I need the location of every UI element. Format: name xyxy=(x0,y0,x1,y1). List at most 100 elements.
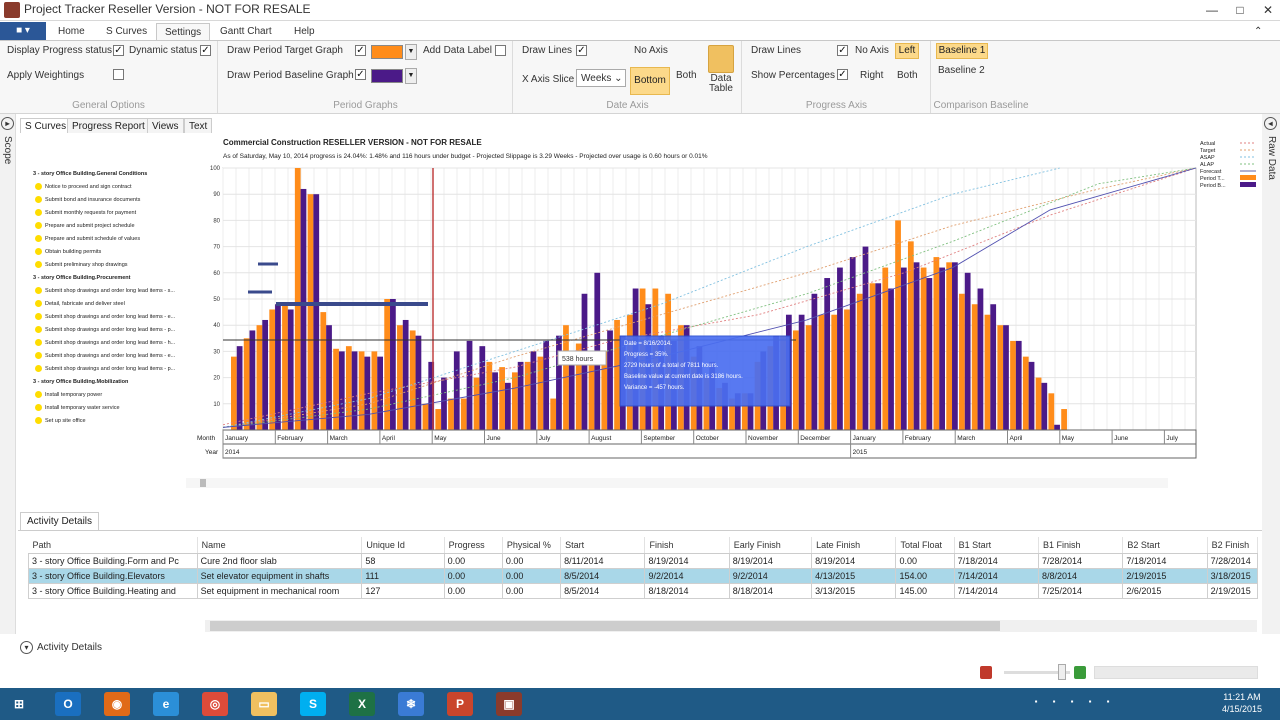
tab-help[interactable]: Help xyxy=(286,23,323,41)
tab-s-curves-view[interactable]: S Curves xyxy=(20,118,72,134)
snowflake-app-icon[interactable]: ❄ xyxy=(398,692,424,716)
tree-task-item[interactable]: Submit shop drawings and order long lead… xyxy=(21,311,211,324)
add-data-label-checkbox[interactable] xyxy=(495,45,506,56)
baseline-2-option[interactable]: Baseline 2 xyxy=(938,65,985,76)
draw-target-checkbox[interactable]: ✓ xyxy=(355,45,366,56)
powerpoint-icon[interactable]: P xyxy=(447,692,473,716)
excel-icon[interactable]: X xyxy=(349,692,375,716)
maximize-button[interactable]: □ xyxy=(1226,0,1254,20)
bluetooth-icon[interactable]: ▪ xyxy=(1048,697,1060,709)
data-table-button[interactable]: Data Table xyxy=(706,74,736,94)
progress-no-axis-option[interactable]: No Axis xyxy=(855,45,889,56)
column-header[interactable]: Progress xyxy=(444,537,503,554)
scope-panel[interactable]: ▸ Scope xyxy=(0,114,16,634)
display-progress-status-checkbox[interactable]: ✓ xyxy=(113,45,124,56)
draw-baseline-checkbox[interactable]: ✓ xyxy=(355,69,366,80)
outlook-icon[interactable]: O xyxy=(55,692,81,716)
zoom-in-button[interactable] xyxy=(1074,666,1086,679)
chrome-icon[interactable]: ◎ xyxy=(202,692,228,716)
tab-settings[interactable]: Settings xyxy=(156,23,211,41)
tree-task-item[interactable]: Submit monthly requests for payment xyxy=(21,207,211,220)
date-draw-lines-checkbox[interactable]: ✓ xyxy=(576,45,587,56)
zoom-out-button[interactable] xyxy=(980,666,992,679)
tree-task-item[interactable]: Set up site office xyxy=(21,415,211,428)
scope-expand-icon[interactable]: ▸ xyxy=(1,117,14,130)
minimize-button[interactable]: — xyxy=(1198,0,1226,20)
column-header[interactable]: Finish xyxy=(644,537,730,554)
tree-task-item[interactable]: Install temporary power xyxy=(21,389,211,402)
tab-home[interactable]: Home xyxy=(50,23,93,41)
tab-text[interactable]: Text xyxy=(184,118,213,134)
table-row[interactable]: 3 - story Office Building.Form and Pc Cur… xyxy=(28,552,1259,569)
dynamic-status-checkbox[interactable]: ✓ xyxy=(200,45,211,56)
column-header[interactable]: B2 Finish xyxy=(1207,537,1259,554)
s-curve-chart[interactable]: Commercial Construction RESELLER VERSION… xyxy=(196,136,1262,496)
zoom-slider-thumb[interactable] xyxy=(1058,664,1066,680)
internet-explorer-icon[interactable]: e xyxy=(153,692,179,716)
taskbar-clock[interactable]: 11:21 AM 4/15/2015 xyxy=(1222,691,1262,715)
tree-task-item[interactable]: Submit bond and insurance documents xyxy=(21,194,211,207)
date-no-axis-option[interactable]: No Axis xyxy=(634,45,668,56)
close-button[interactable]: ✕ xyxy=(1254,0,1280,20)
baseline-color-swatch[interactable] xyxy=(371,69,403,83)
chart-horizontal-scrollbar[interactable] xyxy=(186,478,1168,488)
column-header[interactable]: Name xyxy=(197,537,363,554)
project-tracker-icon[interactable]: ▣ xyxy=(496,692,522,716)
target-color-swatch[interactable] xyxy=(371,45,403,59)
tab-progress-report[interactable]: Progress Report xyxy=(67,118,150,134)
column-header[interactable]: Total Float xyxy=(895,537,955,554)
tree-task-item[interactable]: Prepare and submit schedule of values xyxy=(21,233,211,246)
firefox-icon[interactable]: ◉ xyxy=(104,692,130,716)
tree-group-header[interactable]: 3 - story Office Building.General Condit… xyxy=(21,168,211,181)
tree-task-item[interactable]: Submit shop drawings and order long lead… xyxy=(21,285,211,298)
ribbon-collapse-icon[interactable]: ⌃ xyxy=(1254,23,1262,41)
skype-icon[interactable]: S xyxy=(300,692,326,716)
column-header[interactable]: Path xyxy=(28,537,198,554)
show-percentages-checkbox[interactable]: ✓ xyxy=(837,69,848,80)
target-color-dropdown[interactable]: ▼ xyxy=(405,44,417,60)
activity-details-footer[interactable]: ▾ Activity Details xyxy=(20,641,102,654)
network-icon[interactable]: ▪ xyxy=(1030,697,1042,709)
activity-horizontal-scrollbar[interactable] xyxy=(205,620,1257,632)
tree-task-item[interactable]: Submit shop drawings and order long lead… xyxy=(21,350,211,363)
volume-icon[interactable]: ▪ xyxy=(1084,697,1096,709)
raw-data-panel[interactable]: ◂ Raw Data xyxy=(1262,114,1280,634)
progress-both-option[interactable]: Both xyxy=(897,70,918,81)
windows-start-icon[interactable]: ⊞ xyxy=(6,692,32,716)
tab-s-curves[interactable]: S Curves xyxy=(98,23,155,41)
file-menu-button[interactable]: ■ ▾ xyxy=(0,22,46,40)
column-header[interactable]: Late Finish xyxy=(811,537,897,554)
tab-gantt-chart[interactable]: Gantt Chart xyxy=(212,23,280,41)
column-header[interactable]: Start xyxy=(560,537,646,554)
raw-data-expand-icon[interactable]: ◂ xyxy=(1264,117,1277,130)
progress-draw-lines-checkbox[interactable]: ✓ xyxy=(837,45,848,56)
data-table-icon[interactable] xyxy=(708,45,734,73)
tree-task-item[interactable]: Submit shop drawings and order long lead… xyxy=(21,324,211,337)
tree-task-item[interactable]: Submit shop drawings and order long lead… xyxy=(21,337,211,350)
tree-group-header[interactable]: 3 - story Office Building.Procurement xyxy=(21,272,211,285)
column-header[interactable]: Early Finish xyxy=(729,537,813,554)
battery-icon[interactable]: ▪ xyxy=(1066,697,1078,709)
tree-task-item[interactable]: Obtain building permits xyxy=(21,246,211,259)
x-axis-slice-select[interactable]: Weeks ⌄ xyxy=(576,69,626,87)
tree-task-item[interactable]: Prepare and submit project schedule xyxy=(21,220,211,233)
chart-scroll-thumb[interactable] xyxy=(200,479,206,487)
date-bottom-option[interactable]: Bottom xyxy=(630,67,670,95)
tree-task-item[interactable]: Notice to proceed and sign contract xyxy=(21,181,211,194)
action-center-icon[interactable]: ▪ xyxy=(1102,697,1114,709)
column-header[interactable]: Physical % xyxy=(502,537,562,554)
tree-group-header[interactable]: 3 - story Office Building.Mobilization xyxy=(21,376,211,389)
baseline-1-option[interactable]: Baseline 1 xyxy=(936,43,988,59)
table-row[interactable]: 3 - story Office Building.Elevators Set e… xyxy=(28,567,1259,584)
column-header[interactable]: B1 Start xyxy=(954,537,1040,554)
column-header[interactable]: B1 Finish xyxy=(1038,537,1124,554)
date-both-option[interactable]: Both xyxy=(676,70,697,81)
progress-left-option[interactable]: Left xyxy=(895,43,919,59)
table-row[interactable]: 3 - story Office Building.Heating and Set… xyxy=(28,582,1259,599)
file-explorer-icon[interactable]: ▭ xyxy=(251,692,277,716)
column-header[interactable]: Unique Id xyxy=(361,537,445,554)
column-header[interactable]: B2 Start xyxy=(1122,537,1208,554)
tree-task-item[interactable]: Submit preliminary shop drawings xyxy=(21,259,211,272)
apply-weightings-checkbox[interactable] xyxy=(113,69,124,80)
tab-views[interactable]: Views xyxy=(147,118,184,134)
